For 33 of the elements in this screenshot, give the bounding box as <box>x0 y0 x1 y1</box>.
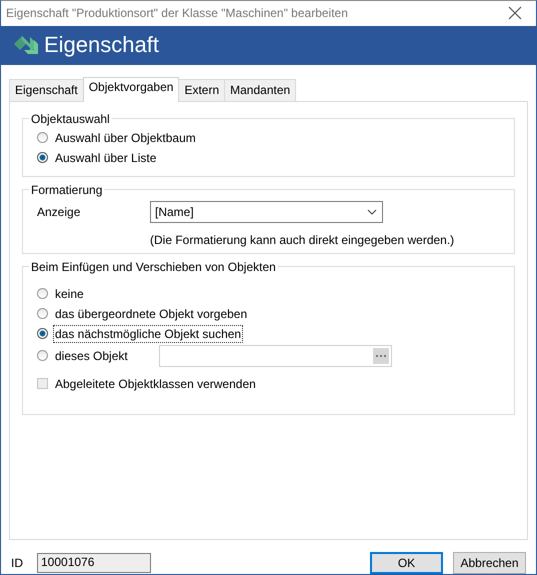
header-title: Eigenschaft <box>44 32 159 58</box>
more-icon <box>374 354 387 358</box>
tab[interactable]: Eigenschaft <box>9 78 84 101</box>
tab[interactable]: Objektvorgaben <box>82 76 180 102</box>
radio-button[interactable] <box>37 308 48 320</box>
radio-label[interactable]: Auswahl über Objektbaum <box>53 128 198 147</box>
cancel-button[interactable]: Abbrechen <box>453 552 526 574</box>
field-label: ID <box>11 556 24 570</box>
dropdown[interactable]: [Name] <box>150 200 383 223</box>
radio-label[interactable]: Auswahl über Liste <box>53 148 158 167</box>
radio-label[interactable]: keine <box>53 284 86 303</box>
radio-button[interactable] <box>37 350 48 362</box>
radio-label[interactable]: dieses Objekt <box>53 346 130 365</box>
radio-button[interactable] <box>37 328 48 340</box>
hint-text: (Die Formatierung kann auch direkt eingegeben werden.) <box>150 232 456 247</box>
window-title: Eigenschaft "Produktionsort" der Klasse "Maschinen" bearbeiten <box>6 6 348 20</box>
group-title: Objektauswahl <box>30 112 111 126</box>
browse-button[interactable] <box>372 348 389 364</box>
object-field[interactable] <box>158 344 392 367</box>
tab[interactable]: Mandanten <box>224 78 296 101</box>
radio-button[interactable] <box>37 152 48 164</box>
close-icon <box>508 6 522 20</box>
radio-button[interactable] <box>37 132 48 144</box>
ok-button[interactable]: OK <box>370 552 443 574</box>
tab[interactable]: Extern <box>178 78 226 101</box>
field-label: Anzeige <box>37 204 82 219</box>
radio-label[interactable]: das nächstmögliche Objekt suchen <box>53 324 244 343</box>
group-title: Beim Einfügen und Verschieben von Objekten <box>30 260 277 274</box>
chevron-down-icon <box>367 208 377 215</box>
radio-label[interactable]: das übergeordnete Objekt vorgeben <box>53 304 250 323</box>
id-field[interactable]: 10001076 <box>37 553 151 573</box>
group-title: Formatierung <box>30 182 104 197</box>
radio-button[interactable] <box>37 288 48 300</box>
